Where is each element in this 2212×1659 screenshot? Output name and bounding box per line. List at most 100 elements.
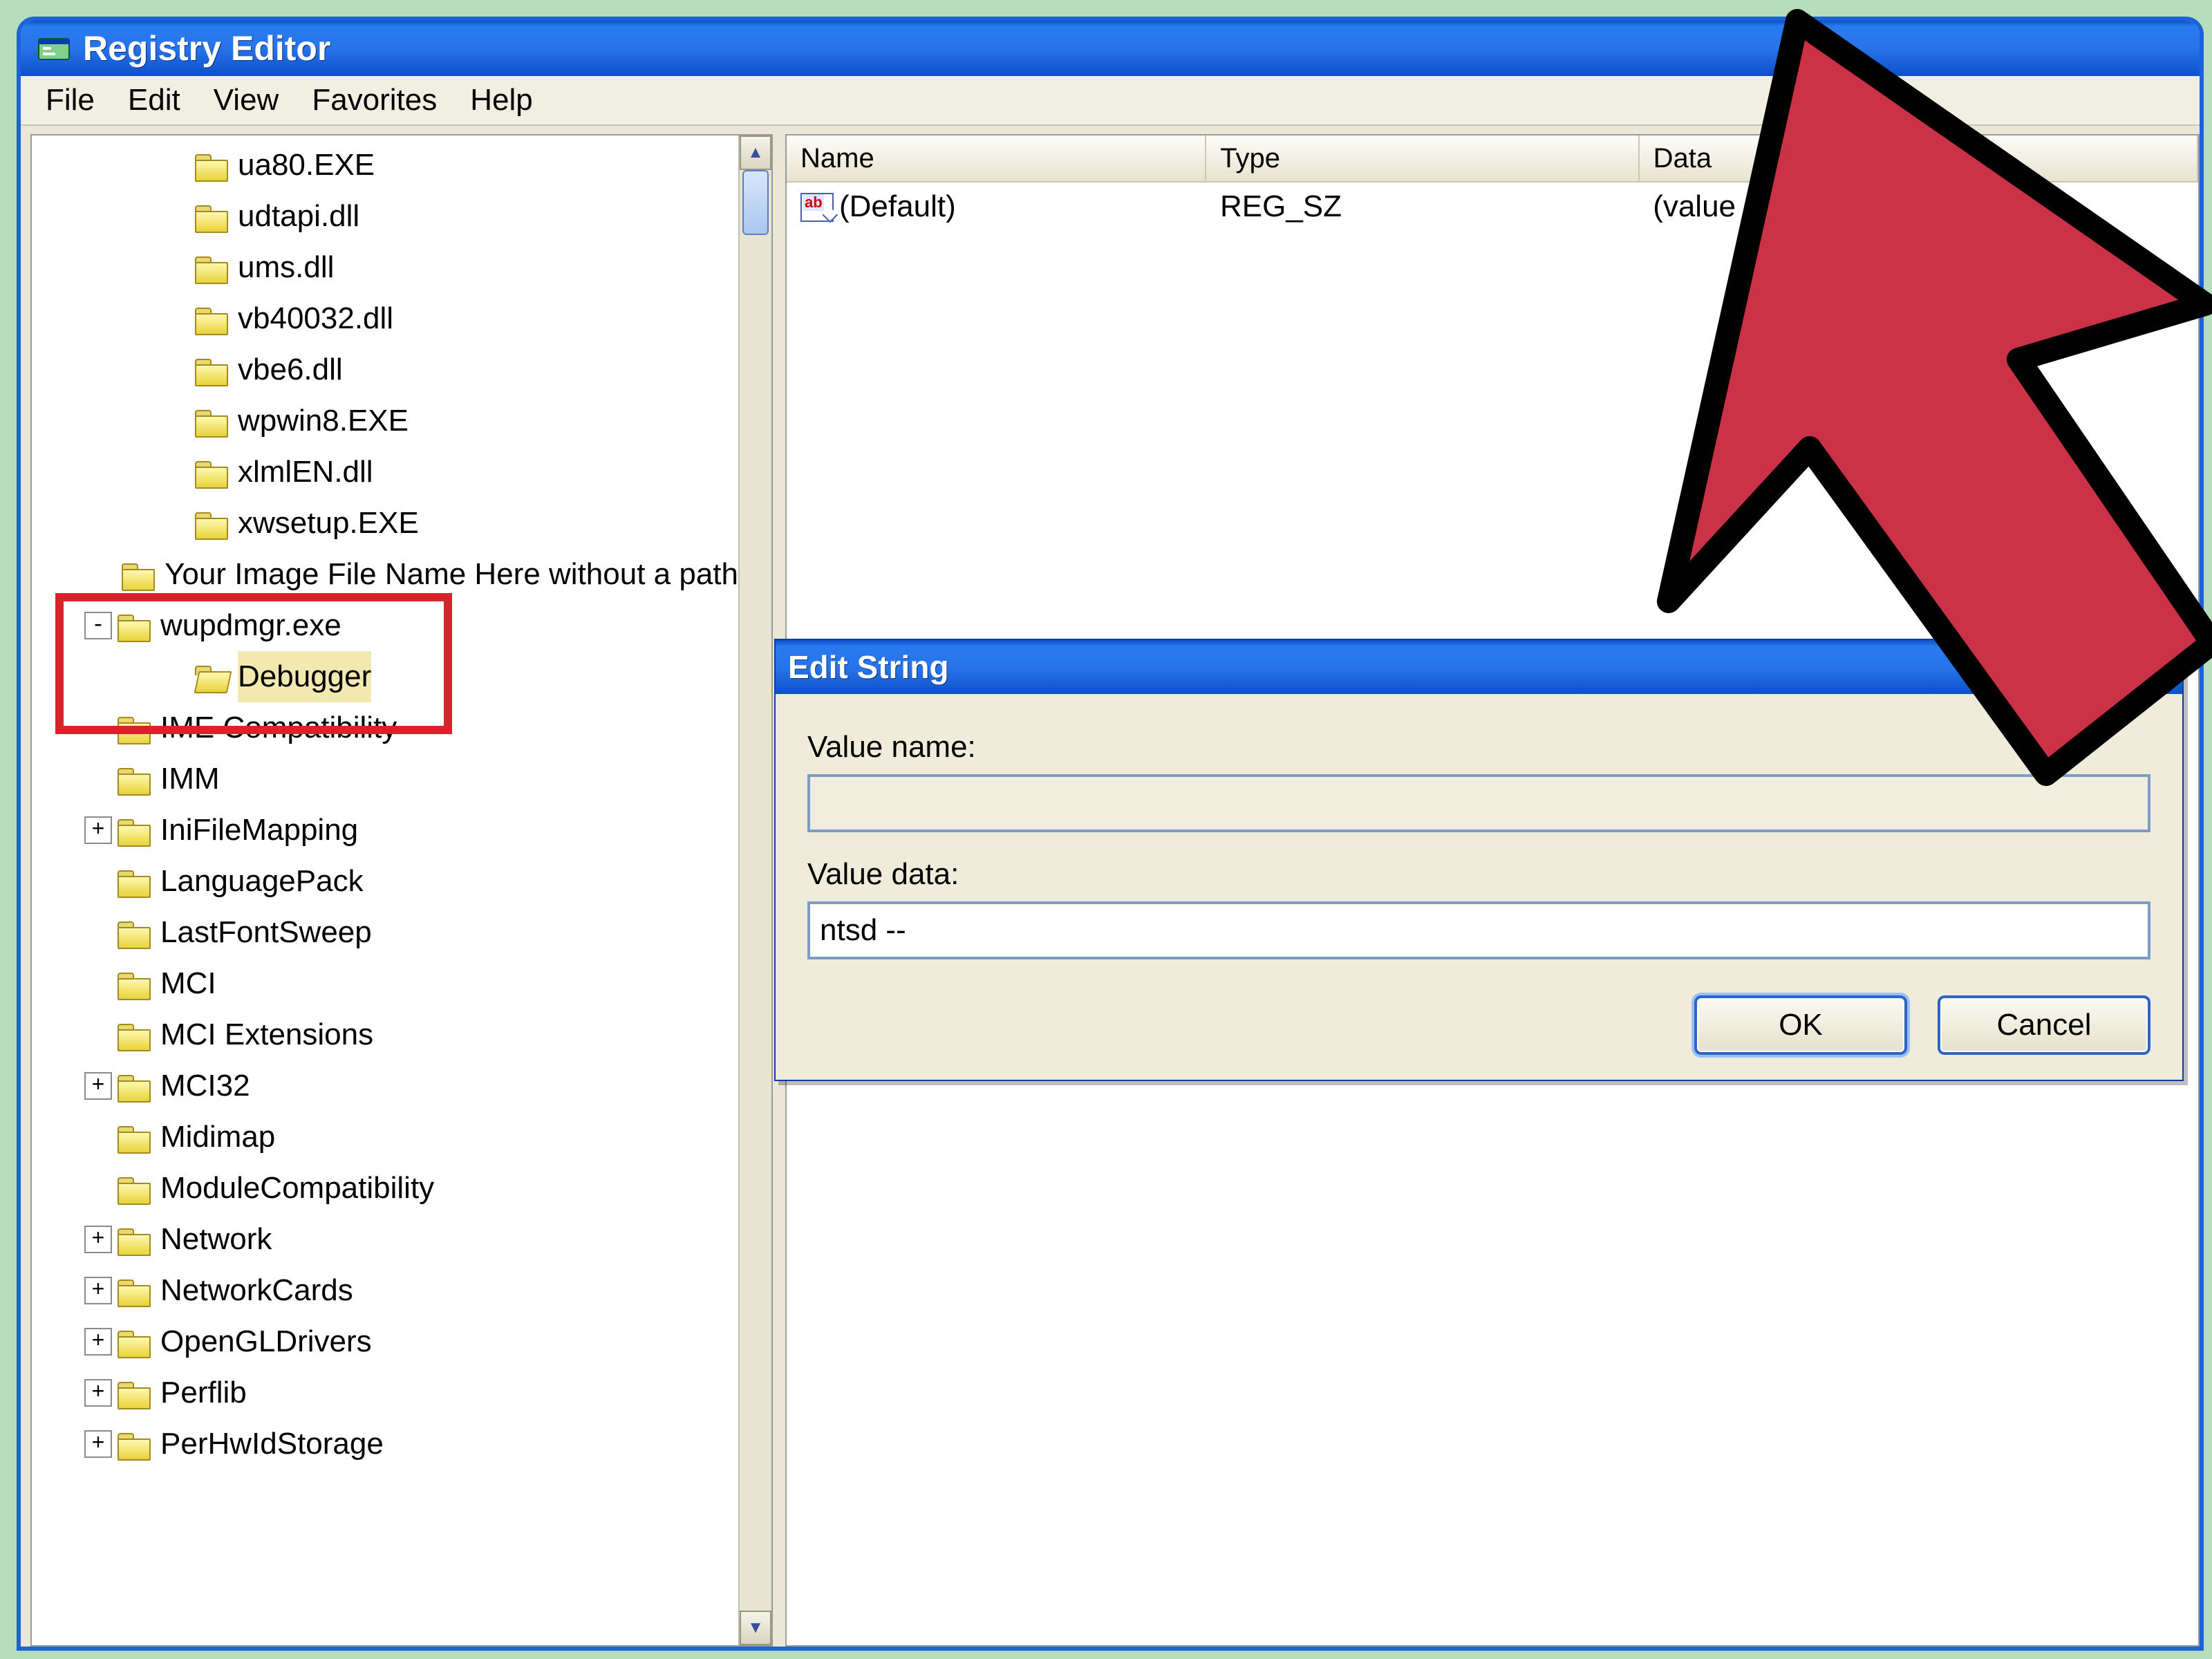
folder-icon: [118, 1277, 151, 1304]
collapse-icon[interactable]: -: [84, 612, 112, 639]
value-data-label: Value data:: [807, 857, 2150, 892]
tree-item[interactable]: + OpenGLDrivers: [32, 1316, 738, 1367]
folder-icon: [118, 714, 151, 742]
menu-view[interactable]: View: [209, 82, 283, 119]
tree-item[interactable]: Midimap: [32, 1112, 738, 1163]
expand-icon[interactable]: +: [84, 816, 112, 844]
expand-icon[interactable]: +: [84, 1277, 112, 1304]
tree-item[interactable]: ua80.EXE: [32, 140, 738, 191]
folder-icon: [195, 203, 228, 230]
window-title: Registry Editor: [83, 28, 330, 68]
folder-icon: [118, 1328, 151, 1356]
expand-icon[interactable]: +: [84, 1430, 112, 1458]
tree-item[interactable]: vbe6.dll: [32, 344, 738, 395]
scroll-thumb[interactable]: [742, 170, 769, 235]
tree-item[interactable]: +MCI32: [32, 1060, 738, 1112]
value-name-cell: (Default): [839, 189, 956, 224]
tree-item[interactable]: udtapi.dll: [32, 191, 738, 242]
tree-item-label: wupdmgr.exe: [160, 600, 341, 651]
tree-item-label: udtapi.dll: [238, 191, 359, 242]
tree-item[interactable]: Your Image File Name Here without a path: [32, 549, 738, 600]
column-data[interactable]: Data: [1640, 135, 2198, 181]
tree-item-label: ua80.EXE: [238, 140, 375, 191]
scroll-track[interactable]: [740, 170, 771, 1611]
tree-item[interactable]: +Perflib: [32, 1367, 738, 1418]
tree-item-label: Your Image File Name Here without a path: [165, 549, 738, 600]
tree-item[interactable]: LanguagePack: [32, 856, 738, 907]
tree-item[interactable]: - wupdmgr.exe: [32, 600, 738, 651]
folder-icon: [118, 1123, 151, 1151]
scroll-up-button[interactable]: ▲: [740, 135, 771, 170]
tree-item[interactable]: +IniFileMapping: [32, 805, 738, 856]
tree-item-label: xlmlEN.dll: [238, 447, 373, 498]
edit-string-dialog: Edit String ? ✕ Value name: Value data: …: [774, 639, 2184, 1081]
folder-icon: [118, 1430, 151, 1458]
folder-icon: [118, 868, 151, 895]
tree-item-label: Network: [160, 1214, 272, 1265]
tree-item[interactable]: MCI: [32, 958, 738, 1009]
expand-icon[interactable]: +: [84, 1328, 112, 1356]
close-button[interactable]: ✕: [2127, 647, 2170, 687]
folder-icon: [195, 509, 228, 537]
tree-item-label: MCI: [160, 958, 216, 1009]
value-data-input[interactable]: [807, 901, 2150, 959]
tree-item[interactable]: Debugger: [32, 651, 738, 702]
folder-icon: [118, 765, 151, 793]
tree-item[interactable]: ums.dll: [32, 242, 738, 293]
value-name-input[interactable]: [807, 774, 2150, 832]
folder-icon: [195, 458, 228, 486]
tree-item[interactable]: xlmlEN.dll: [32, 447, 738, 498]
regedit-icon: [37, 32, 71, 65]
tree-scrollbar[interactable]: ▲ ▼: [738, 135, 771, 1645]
folder-icon: [118, 816, 151, 844]
tree-item-label: xwsetup.EXE: [238, 498, 419, 549]
menu-favorites[interactable]: Favorites: [308, 82, 441, 119]
tree-item-label: LastFontSweep: [160, 907, 372, 958]
tree-item-label: vb40032.dll: [238, 293, 393, 344]
expand-icon[interactable]: +: [84, 1379, 112, 1407]
tree-item[interactable]: IMM: [32, 753, 738, 805]
tree-item-label: NetworkCards: [160, 1265, 353, 1316]
tree-item[interactable]: wpwin8.EXE: [32, 395, 738, 447]
tree-item[interactable]: +PerHwIdStorage: [32, 1418, 738, 1470]
titlebar: Registry Editor: [21, 21, 2200, 76]
folder-icon: [118, 1072, 151, 1100]
value-name-label: Value name:: [807, 730, 2150, 765]
tree-item-label: IME Compatibility: [160, 702, 397, 753]
value-row[interactable]: (Default)REG_SZ(value not set): [787, 182, 2198, 231]
tree-item[interactable]: + Network: [32, 1214, 738, 1265]
folder-icon: [122, 561, 155, 588]
menu-edit[interactable]: Edit: [124, 82, 185, 119]
registry-tree[interactable]: ua80.EXEudtapi.dllums.dllvb40032.dllvbe6…: [32, 135, 738, 1645]
tree-item[interactable]: MCI Extensions: [32, 1009, 738, 1060]
tree-item-label: MCI Extensions: [160, 1009, 373, 1060]
tree-item-label: vbe6.dll: [238, 344, 343, 395]
tree-item[interactable]: IME Compatibility: [32, 702, 738, 753]
string-value-icon: [800, 193, 834, 221]
column-name[interactable]: Name: [787, 135, 1206, 181]
expand-icon[interactable]: +: [84, 1226, 112, 1253]
tree-item-label: OpenGLDrivers: [160, 1316, 372, 1367]
dialog-title: Edit String: [788, 648, 949, 686]
menu-help[interactable]: Help: [466, 82, 537, 119]
tree-item[interactable]: vb40032.dll: [32, 293, 738, 344]
value-data-cell: (value not set): [1639, 189, 2198, 224]
dialog-titlebar[interactable]: Edit String ? ✕: [776, 640, 2182, 694]
ok-button[interactable]: OK: [1694, 995, 1907, 1055]
tree-item-label: wpwin8.EXE: [238, 395, 409, 447]
menu-file[interactable]: File: [41, 82, 99, 119]
help-button[interactable]: ?: [2074, 647, 2117, 687]
folder-icon: [195, 356, 228, 384]
tree-item[interactable]: xwsetup.EXE: [32, 498, 738, 549]
expand-icon[interactable]: +: [84, 1072, 112, 1100]
folder-open-icon: [195, 663, 228, 691]
column-type[interactable]: Type: [1206, 135, 1639, 181]
tree-item[interactable]: + NetworkCards: [32, 1265, 738, 1316]
scroll-down-button[interactable]: ▼: [740, 1611, 771, 1645]
values-header: Name Type Data: [787, 135, 2198, 182]
tree-item-label: IMM: [160, 753, 220, 805]
tree-item-label: ModuleCompatibility: [160, 1163, 434, 1214]
tree-item[interactable]: ModuleCompatibility: [32, 1163, 738, 1214]
cancel-button[interactable]: Cancel: [1938, 995, 2150, 1055]
tree-item[interactable]: LastFontSweep: [32, 907, 738, 958]
